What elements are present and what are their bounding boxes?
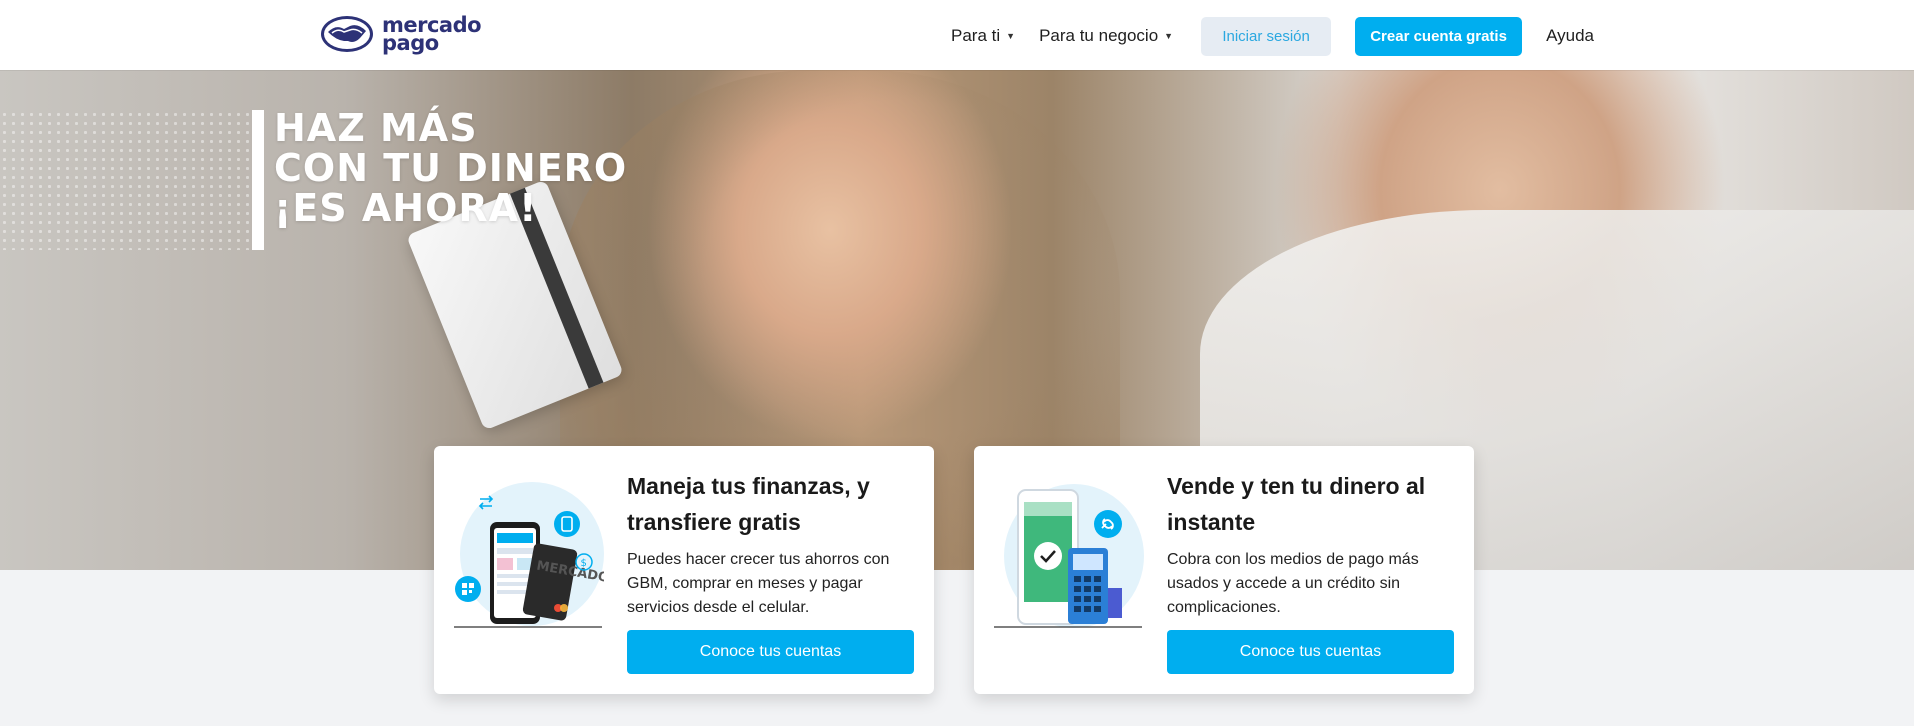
- card-vende: Vende y ten tu dinero al instante Cobra …: [974, 446, 1474, 694]
- card-title: Vende y ten tu dinero al instante: [1167, 473, 1426, 535]
- conoce-tus-cuentas-button[interactable]: Conoce tus cuentas: [1167, 630, 1454, 674]
- check-icon: [1034, 542, 1062, 570]
- qr-icon: [455, 576, 481, 602]
- card-text: Cobra con los medios de pago más usados …: [1167, 551, 1419, 616]
- hero-headline: HAZ MÁS CON TU DINERO ¡ES AHORA!: [274, 108, 627, 228]
- card-finanzas: MERCADO PAGO $ Maneja tus finanzas, y tr…: [434, 446, 934, 694]
- hero-headline-line-2: CON TU DINERO: [274, 146, 628, 190]
- link-icon: [1094, 510, 1122, 538]
- login-button[interactable]: Iniciar sesión: [1201, 16, 1332, 56]
- hero-dot-pattern: [0, 110, 260, 250]
- nav-para-ti-label: Para ti: [951, 26, 1001, 45]
- card-text: Puedes hacer crecer tus ahorros con GBM,…: [627, 551, 890, 616]
- svg-text:$: $: [581, 558, 587, 569]
- main-nav: Para ti ▼ Para tu negocio ▼ Iniciar sesi…: [951, 16, 1594, 56]
- card-title: Maneja tus finanzas, y transfiere gratis: [627, 473, 870, 535]
- caret-down-icon: ▼: [1164, 31, 1174, 41]
- mercado-pago-logo[interactable]: mercado pago: [320, 14, 482, 54]
- hero-headline-line-3: ¡ES AHORA!: [274, 186, 538, 230]
- headline-accent-bar: [252, 110, 264, 250]
- site-header: mercado pago Para ti ▼ Para tu negocio ▼…: [0, 0, 1914, 70]
- pos-terminal-illustration: [994, 484, 1144, 628]
- create-account-button[interactable]: Crear cuenta gratis: [1355, 16, 1523, 56]
- handshake-logo-icon: [321, 16, 373, 52]
- caret-down-icon: ▼: [1006, 31, 1016, 41]
- help-link[interactable]: Ayuda: [1546, 26, 1594, 46]
- conoce-tus-cuentas-button[interactable]: Conoce tus cuentas: [627, 630, 914, 674]
- phone-icon: [554, 511, 580, 537]
- hero-banner: HAZ MÁS CON TU DINERO ¡ES AHORA!: [0, 70, 1914, 570]
- hero-headline-line-1: HAZ MÁS: [274, 106, 478, 150]
- nav-para-ti[interactable]: Para ti ▼: [951, 26, 1015, 46]
- logo-wordmark: mercado pago: [382, 15, 482, 54]
- phone-and-card-illustration: MERCADO PAGO $: [454, 482, 604, 628]
- nav-para-tu-negocio[interactable]: Para tu negocio ▼: [1039, 26, 1173, 46]
- nav-para-tu-negocio-label: Para tu negocio: [1039, 26, 1159, 45]
